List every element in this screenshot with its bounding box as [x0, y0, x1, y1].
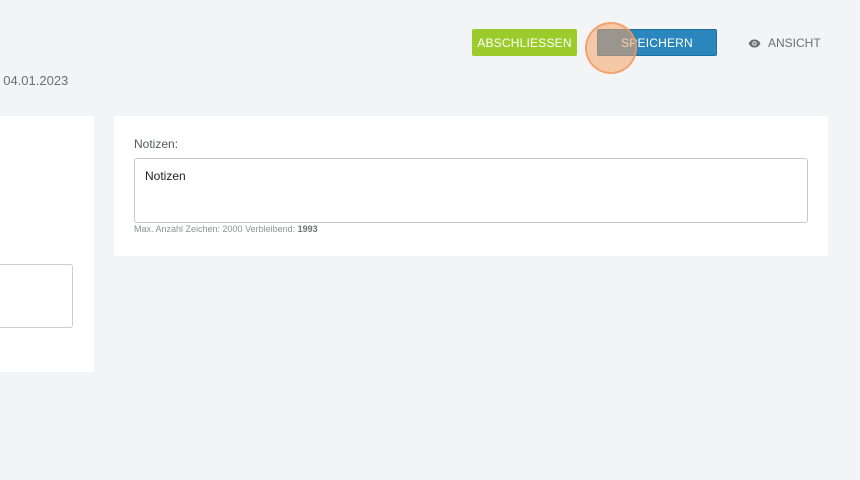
finish-button[interactable]: ABSCHLIESSEN: [472, 29, 577, 56]
header-date: , 04.01.2023: [0, 73, 69, 88]
left-panel: [0, 116, 94, 372]
notes-char-hint-text: Max. Anzahl Zeichen: 2000 Verbleibend:: [134, 224, 296, 234]
notes-remaining-count: 1993: [297, 224, 318, 234]
view-button[interactable]: ANSICHT: [748, 34, 821, 52]
view-button-label: ANSICHT: [768, 36, 821, 50]
notes-label: Notizen:: [134, 137, 179, 151]
left-panel-input-field[interactable]: [0, 264, 73, 328]
save-button[interactable]: SPEICHERN: [597, 29, 717, 56]
finish-button-label: ABSCHLIESSEN: [477, 35, 572, 50]
save-button-label: SPEICHERN: [621, 35, 693, 50]
notes-panel: Notizen: Notizen Max. Anzahl Zeichen: 20…: [114, 116, 828, 256]
page: ABSCHLIESSEN SPEICHERN ANSICHT , 04.01.2…: [0, 0, 860, 480]
notes-char-hint: Max. Anzahl Zeichen: 2000 Verbleibend: 1…: [134, 224, 318, 234]
eye-icon: [748, 39, 761, 48]
notes-textarea[interactable]: Notizen: [134, 158, 808, 223]
